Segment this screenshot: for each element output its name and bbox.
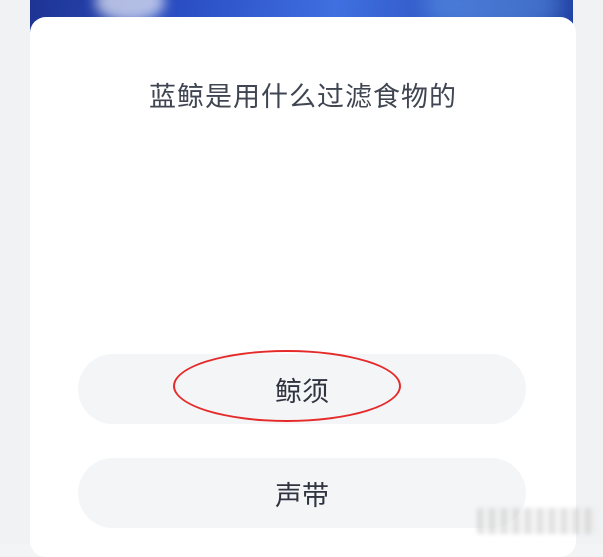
- question-text: 蓝鲸是用什么过滤食物的: [149, 82, 457, 113]
- quiz-card: 蓝鲸是用什么过滤食物的 鲸须 声带: [30, 17, 576, 557]
- watermark: [477, 508, 597, 534]
- option-button-baleen[interactable]: 鲸须: [78, 354, 526, 424]
- left-margin: [0, 0, 30, 544]
- option-button-vocal-cords[interactable]: 声带: [78, 458, 526, 528]
- option-label: 鲸须: [275, 376, 329, 408]
- option-label: 声带: [275, 480, 329, 512]
- right-margin: [573, 0, 603, 544]
